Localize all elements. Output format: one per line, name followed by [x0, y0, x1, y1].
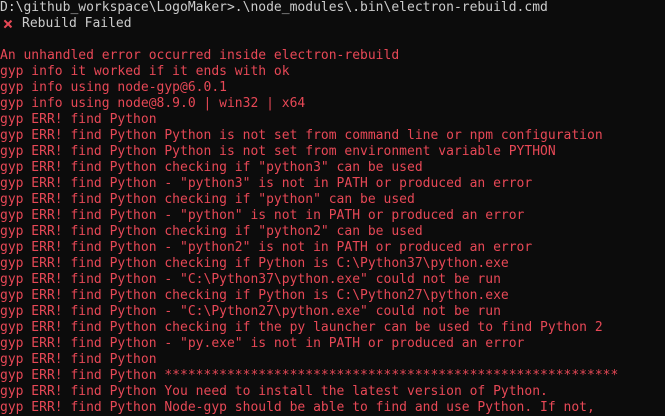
- log-line: gyp ERR! find Python checking if Python …: [0, 256, 509, 271]
- log-line: gyp ERR! find Python - "python" is not i…: [0, 208, 525, 223]
- log-line: gyp ERR! find Python checking if Python …: [0, 288, 509, 303]
- log-line: An unhandled error occurred inside elect…: [0, 48, 400, 63]
- rebuild-status-text: Rebuild Failed: [22, 16, 132, 31]
- rebuild-status: Rebuild Failed: [0, 16, 132, 32]
- log-line: gyp ERR! find Python You need to install…: [0, 384, 548, 399]
- log-line: gyp ERR! find Python Python is not set f…: [0, 128, 603, 143]
- log-line: gyp info using node-gyp@6.0.1: [0, 80, 227, 95]
- log-line: gyp ERR! find Python - "python3" is not …: [0, 176, 533, 191]
- log-line: gyp info it worked if it ends with ok: [0, 64, 290, 79]
- log-line: gyp ERR! find Python - "py.exe" is not i…: [0, 336, 525, 351]
- log-line: gyp ERR! find Python checking if "python…: [0, 192, 415, 207]
- log-line: gyp ERR! find Python - "C:\Python27\pyth…: [0, 304, 501, 319]
- terminal-window[interactable]: D:\github_workspace\LogoMaker>.\node_mod…: [0, 0, 665, 416]
- log-line: gyp ERR! find Python: [0, 112, 157, 127]
- log-line: gyp ERR! find Python - "python2" is not …: [0, 240, 533, 255]
- log-line: gyp ERR! find Python checking if "python…: [0, 224, 423, 239]
- log-line: gyp ERR! find Python checking if "python…: [0, 160, 423, 175]
- log-line: gyp ERR! find Python - "C:\Python37\pyth…: [0, 272, 501, 287]
- log-line: gyp ERR! find Python Node-gyp should be …: [0, 400, 595, 415]
- log-line: gyp ERR! find Python *******************…: [0, 368, 619, 383]
- log-line: gyp ERR! find Python checking if the py …: [0, 320, 603, 335]
- log-line: gyp ERR! find Python Python is not set f…: [0, 144, 556, 159]
- log-line: gyp ERR! find Python: [0, 352, 157, 367]
- cross-icon: [0, 16, 16, 32]
- command-prompt-line: D:\github_workspace\LogoMaker>.\node_mod…: [0, 0, 548, 15]
- log-line: gyp info using node@8.9.0 | win32 | x64: [0, 96, 306, 111]
